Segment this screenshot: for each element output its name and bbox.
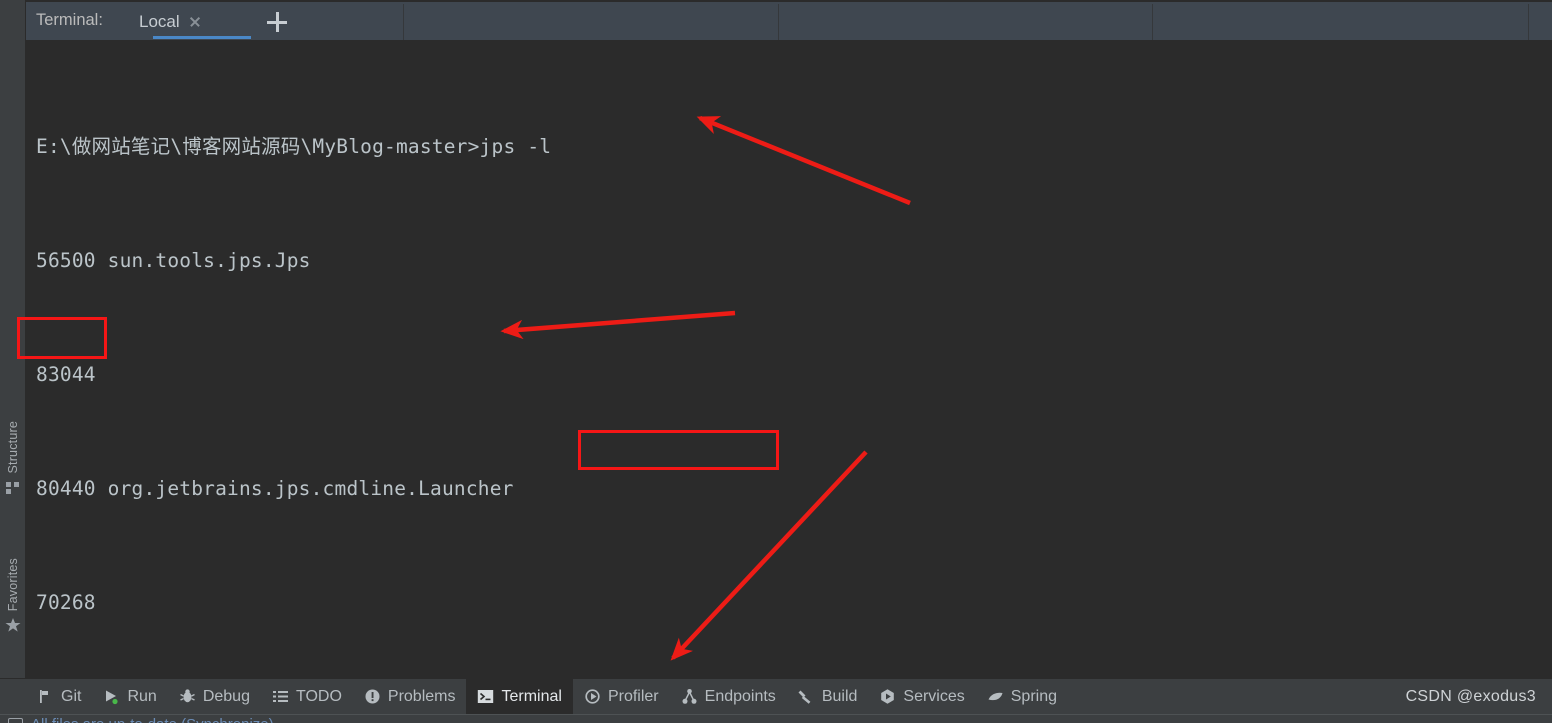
watermark: CSDN @exodus3: [1405, 688, 1536, 705]
tool-window-terminal-label: Terminal: [501, 687, 562, 705]
pid-highlight-box: [17, 317, 107, 359]
tabstrip-divider: [403, 4, 404, 42]
terminal-icon: [477, 688, 494, 705]
rail-item-structure[interactable]: Structure: [0, 418, 26, 498]
warning-icon: [364, 688, 381, 705]
tool-window-spring[interactable]: Spring: [976, 679, 1068, 715]
terminal-panel-label: Terminal:: [36, 11, 103, 29]
sync-icon: [8, 718, 23, 723]
tool-window-build-label: Build: [821, 687, 858, 705]
status-bar: All files are up-to-date (Synchronize): [0, 714, 1552, 723]
tool-window-problems[interactable]: Problems: [353, 679, 467, 715]
rail-item-structure-label: Structure: [6, 421, 20, 474]
git-branch-icon: [37, 688, 54, 705]
tool-window-debug-label: Debug: [202, 687, 250, 705]
tool-window-todo-label: TODO: [295, 687, 342, 705]
tool-window-endpoints-label: Endpoints: [704, 687, 776, 705]
plus-icon[interactable]: [267, 12, 287, 32]
tabstrip-divider: [1152, 4, 1153, 42]
tab-local-active-underline: [153, 36, 251, 39]
terminal-text: E:\做网站笔记\博客网站源码\MyBlog-master>jps -l 565…: [36, 52, 1385, 678]
bug-icon: [179, 688, 196, 705]
tool-window-build[interactable]: Build: [787, 679, 869, 715]
structure-icon: [5, 480, 21, 496]
run-icon: [103, 688, 120, 705]
tabstrip-divider: [1528, 4, 1529, 42]
tool-window-services[interactable]: Services: [868, 679, 975, 715]
terminal-line: E:\做网站笔记\博客网站源码\MyBlog-master>jps -l: [36, 135, 552, 158]
star-icon: [5, 617, 21, 633]
terminal-line: 83044: [36, 363, 96, 386]
close-icon[interactable]: [186, 13, 204, 31]
tool-window-problems-label: Problems: [387, 687, 456, 705]
ide-window: Structure Favorites Terminal: Local E:\做…: [0, 0, 1552, 723]
terminal-line: 80440 org.jetbrains.jps.cmdline.Launcher: [36, 477, 514, 500]
status-bar-label: All files are up-to-date (Synchronize): [31, 716, 274, 723]
list-icon: [272, 688, 289, 705]
status-bar-content[interactable]: All files are up-to-date (Synchronize): [8, 716, 274, 723]
tool-window-spring-label: Spring: [1010, 687, 1057, 705]
profiler-icon: [584, 688, 601, 705]
spring-leaf-icon: [987, 688, 1004, 705]
rail-item-favorites[interactable]: Favorites: [0, 555, 26, 635]
tool-window-bar: Git Run Debug TODO Problems Terminal Pro…: [0, 678, 1552, 715]
tool-window-todo[interactable]: TODO: [261, 679, 353, 715]
tool-window-run[interactable]: Run: [92, 679, 167, 715]
endpoints-icon: [681, 688, 698, 705]
tool-window-terminal[interactable]: Terminal: [466, 678, 573, 715]
services-icon: [879, 688, 896, 705]
tool-window-endpoints[interactable]: Endpoints: [670, 679, 787, 715]
terminal-output[interactable]: E:\做网站笔记\博客网站源码\MyBlog-master>jps -l 565…: [26, 40, 1552, 678]
tool-window-run-label: Run: [127, 687, 157, 705]
terminal-line: 70268: [36, 591, 96, 614]
tool-window-profiler[interactable]: Profiler: [573, 679, 670, 715]
rail-item-favorites-label: Favorites: [6, 558, 20, 612]
terminal-tab-strip: Terminal: Local: [26, 0, 1552, 42]
tool-window-git-label: Git: [61, 687, 82, 705]
tool-window-git[interactable]: Git: [26, 679, 92, 715]
tabstrip-divider: [778, 4, 779, 42]
tool-window-debug[interactable]: Debug: [168, 679, 261, 715]
jstack-command-highlight-box: [578, 430, 779, 470]
terminal-line: 56500 sun.tools.jps.Jps: [36, 249, 311, 272]
tab-local-label: Local: [139, 12, 180, 31]
tool-window-services-label: Services: [903, 687, 965, 705]
hammer-icon: [798, 688, 815, 705]
tool-window-profiler-label: Profiler: [607, 687, 659, 705]
